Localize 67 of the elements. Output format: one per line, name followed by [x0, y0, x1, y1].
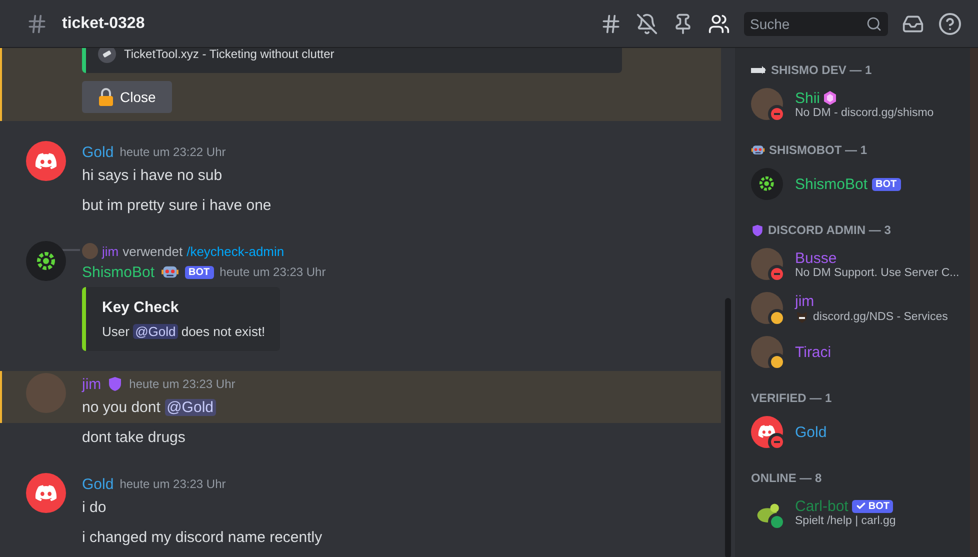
author-name[interactable]: jim	[82, 376, 102, 392]
group-label: VERIFIED — 1	[751, 391, 832, 405]
search-icon	[866, 16, 882, 32]
shield-icon	[751, 224, 764, 236]
ticket-icon	[98, 48, 116, 63]
discord-logo-icon	[35, 152, 57, 170]
message-timestamp: heute um 23:22 Uhr	[120, 145, 226, 159]
member-name[interactable]: ShismoBot	[795, 176, 868, 192]
group-label: SHISMOBOT — 1	[769, 143, 868, 157]
member-name[interactable]: Shii	[795, 90, 820, 106]
command-verb: verwendet	[122, 244, 183, 258]
search-field[interactable]: Suche	[744, 12, 888, 36]
avatar-photo-placeholder	[26, 373, 66, 413]
bot-tag: BOT	[872, 178, 901, 190]
channel-name: ticket-0328	[62, 14, 146, 32]
message-text: dont take drugs	[82, 428, 186, 448]
embed-footer: TicketTool.xyz - Ticketing without clutter	[124, 48, 334, 61]
threads-button[interactable]	[600, 12, 622, 34]
author-name[interactable]: ShismoBot	[82, 264, 155, 280]
invoker-name[interactable]: jim	[102, 244, 119, 258]
author-name[interactable]: Gold	[82, 144, 114, 160]
message-text: hi says i have no sub	[82, 166, 224, 186]
message-timestamp: heute um 23:23 Uhr	[220, 265, 326, 279]
command-link[interactable]: /keycheck-admin	[186, 244, 284, 258]
gear-icon	[757, 174, 777, 194]
message-timestamp: heute um 23:23 Uhr	[120, 477, 226, 491]
discord-logo-icon	[35, 484, 57, 502]
member-name[interactable]: jim	[795, 292, 814, 310]
member-name[interactable]: Tiraci	[795, 344, 832, 360]
close-ticket-button[interactable]: Close	[82, 81, 172, 113]
message-text: but im pretty sure i have one	[82, 196, 272, 216]
member-list-button[interactable]	[708, 12, 730, 34]
member-status: discord.gg/NDS - Services	[813, 310, 948, 322]
member-status: Spielt /help | carl.gg	[795, 514, 896, 526]
gem-icon	[824, 91, 836, 105]
user-mention[interactable]: @Gold	[133, 324, 178, 339]
check-icon	[856, 501, 866, 511]
user-mention[interactable]: @Gold	[164, 399, 216, 416]
bot-tag: BOT	[184, 266, 214, 278]
mask-emoji-icon	[795, 310, 809, 324]
shield-icon	[107, 376, 124, 392]
group-label: SHISMO DEV — 1	[771, 63, 872, 77]
robot-icon	[751, 143, 765, 157]
member-name[interactable]: Gold	[795, 424, 827, 440]
bot-tag: BOT	[852, 500, 894, 512]
member-name[interactable]: Busse	[795, 250, 837, 266]
message-text: no you dont @Gold	[82, 398, 216, 418]
scrollbar-thumb[interactable]	[725, 298, 731, 557]
arrow-sign-icon	[751, 65, 767, 75]
message-text: i do	[82, 498, 108, 518]
message-timestamp: heute um 23:23 Uhr	[129, 377, 236, 391]
member-name[interactable]: Carl-bot	[795, 498, 848, 514]
group-label: ONLINE — 8	[751, 471, 822, 485]
mute-button[interactable]	[636, 12, 658, 34]
member-status: No DM - discord.gg/shismo	[795, 106, 934, 118]
embed-title: Key Check	[102, 299, 180, 316]
hash-icon	[26, 12, 48, 34]
help-button[interactable]	[938, 12, 962, 36]
gear-icon	[34, 249, 58, 273]
lock-icon	[98, 88, 114, 106]
member-status: No DM Support. Use Server C...	[795, 266, 960, 278]
author-name[interactable]: Gold	[82, 476, 114, 492]
embed-text: User @Gold does not exist!	[102, 324, 264, 339]
discord-logo-icon	[758, 425, 776, 439]
group-label: DISCORD ADMIN — 3	[768, 223, 891, 237]
message-text: i changed my discord name recently	[82, 528, 322, 548]
avatar-photo-placeholder	[82, 243, 98, 259]
